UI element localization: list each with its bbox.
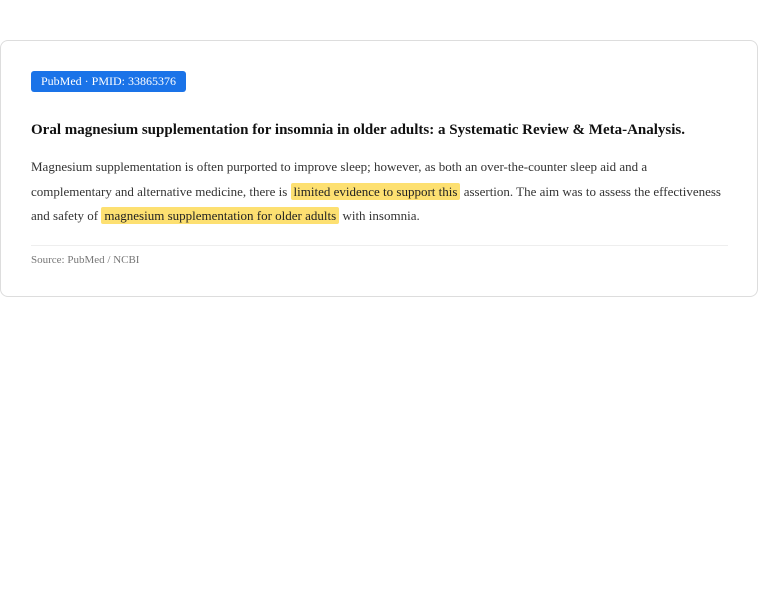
divider xyxy=(31,245,728,246)
article-title: Oral magnesium supplementation for insom… xyxy=(31,122,686,138)
highlighted-phrase: magnesium supplementation for older adul… xyxy=(101,207,340,224)
abstract-text: with insomnia. xyxy=(339,208,420,223)
article-abstract: Magnesium supplementation is often purpo… xyxy=(31,155,731,229)
source-note: Source: PubMed / NCBI xyxy=(31,254,140,266)
article-card: PubMed · PMID: 33865376 Oral magnesium s… xyxy=(0,40,758,297)
highlighted-phrase: limited evidence to support this xyxy=(290,182,461,200)
source-badge: PubMed · PMID: 33865376 xyxy=(31,71,187,92)
